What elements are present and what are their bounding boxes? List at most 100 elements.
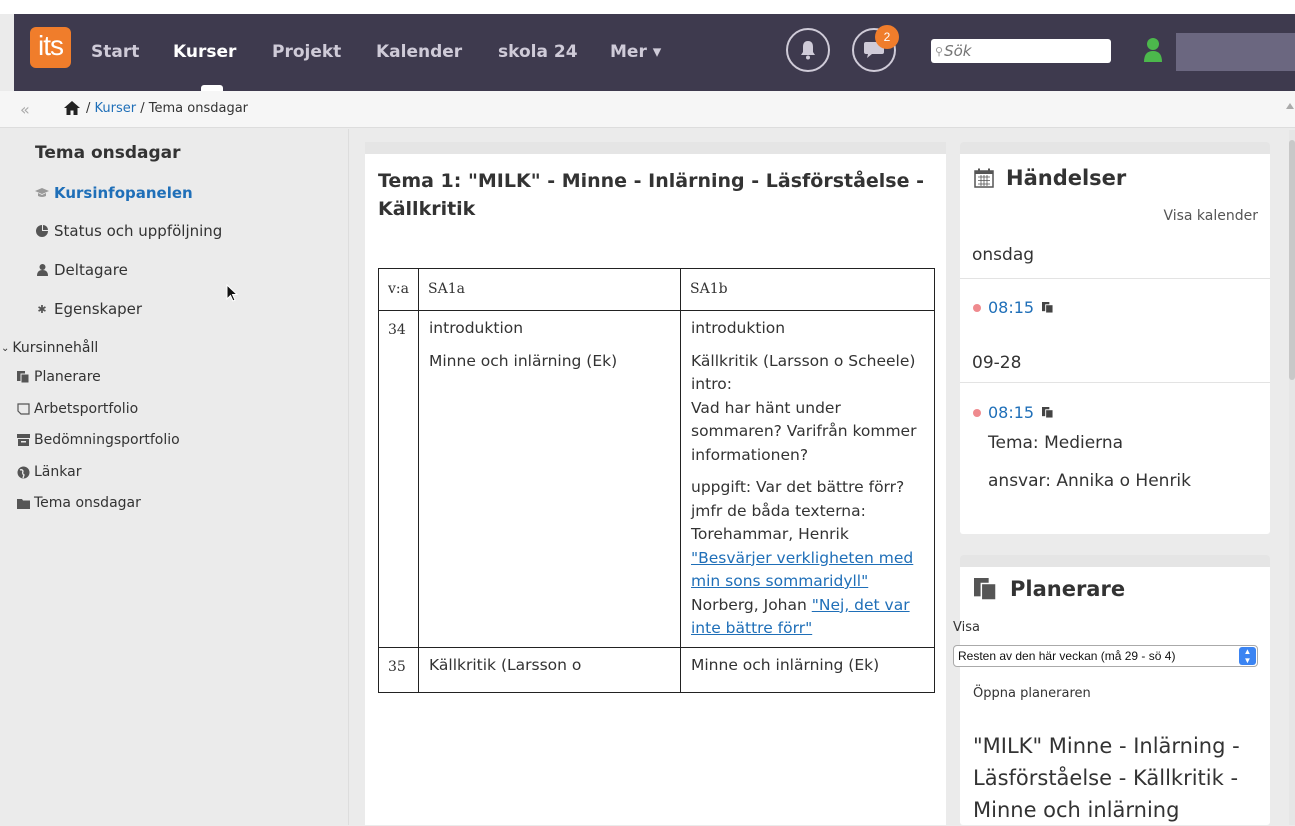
nav-skola24[interactable]: skola 24 xyxy=(498,42,578,62)
messages-badge: 2 xyxy=(875,25,899,49)
article-link-besvarjer[interactable]: "Besvärjer verkligheten med min sons som… xyxy=(691,549,913,591)
chevron-down-icon: ⌄ xyxy=(1,342,10,354)
event-item[interactable]: 08:15 xyxy=(973,298,1054,317)
planner-icon xyxy=(1042,407,1054,418)
event-item[interactable]: 08:15 xyxy=(973,403,1054,422)
user-name-redacted[interactable] xyxy=(1176,33,1295,71)
cell-text: uppgift: Var det bättre förr? jmfr de bå… xyxy=(691,478,905,543)
cell-text: Minne och inlärning (Ek) xyxy=(691,655,880,674)
planner-panel: Planerare Visa Resten av den här veckan … xyxy=(953,555,1270,826)
nav-start[interactable]: Start xyxy=(91,42,139,62)
top-navigation: its Start Kurser Projekt Kalender skola … xyxy=(14,14,1295,91)
card-header-strip xyxy=(960,142,1270,154)
sidebar-subitem-label: Tema onsdagar xyxy=(34,495,141,511)
archive-icon xyxy=(16,434,30,446)
breadcrumb: / Kurser / Tema onsdagar xyxy=(86,101,248,116)
divider xyxy=(960,278,1270,279)
window-top-strip xyxy=(0,0,1295,14)
event-description: Tema: Medierna xyxy=(988,433,1124,453)
page-title: Tema 1: "MILK" - Minne - Inlärning - Läs… xyxy=(378,170,924,220)
select-arrows-icon: ▲ ▼ xyxy=(1239,647,1256,665)
planner-title-label: Planerare xyxy=(1010,577,1126,601)
notifications-button[interactable] xyxy=(786,28,830,72)
open-planner-link[interactable]: Öppna planeraren xyxy=(973,686,1091,701)
page-scrollbar[interactable] xyxy=(1289,130,1295,825)
calendar-icon xyxy=(974,168,994,188)
user-icon[interactable] xyxy=(1143,36,1163,64)
planner-icon xyxy=(1042,302,1054,313)
card-header-strip xyxy=(960,555,1270,567)
cell-text: intro: xyxy=(691,375,732,393)
sa1a-cell: Källkritik (Larsson o xyxy=(418,646,681,693)
events-title: Händelser xyxy=(974,166,1126,190)
nav-projekt[interactable]: Projekt xyxy=(272,42,341,62)
portfolio-icon xyxy=(16,403,30,415)
card-header-strip xyxy=(365,142,946,154)
column-header-week: v:a xyxy=(378,268,419,311)
sidebar-item-label: Deltagare xyxy=(54,261,128,279)
user-icon xyxy=(35,264,49,276)
cell-text: Norberg, Johan xyxy=(691,595,812,614)
sidebar-item-status[interactable]: Status och uppföljning xyxy=(35,222,222,240)
sidebar-item-egenskaper[interactable]: ✱ Egenskaper xyxy=(35,300,142,318)
cell-text: Vad har hänt under sommaren? Varifrån ko… xyxy=(691,398,917,464)
scrollbar-thumb[interactable] xyxy=(1289,140,1295,380)
scroll-up-arrow-icon[interactable] xyxy=(1286,103,1294,109)
sidebar-item-planerare[interactable]: Planerare xyxy=(16,369,101,385)
divider xyxy=(960,382,1270,383)
nav-mer-menu[interactable]: Mer ▾ xyxy=(610,42,661,62)
event-time[interactable]: 08:15 xyxy=(988,403,1034,422)
table-row: 34 introduktion Minne och inlärning (Ek)… xyxy=(378,310,935,648)
sidebar-item-bedomningsportfolio[interactable]: Bedömningsportfolio xyxy=(16,432,180,448)
breadcrumb-kurser[interactable]: Kurser xyxy=(95,101,137,116)
breadcrumb-bar: « / Kurser / Tema onsdagar xyxy=(0,91,1295,128)
planner-item[interactable]: "MILK" Minne - Inlärning - Läsförståelse… xyxy=(973,730,1270,826)
show-calendar-link[interactable]: Visa kalender xyxy=(1163,208,1258,224)
cell-text: introduktion xyxy=(691,319,786,337)
sidebar-item-label: Status och uppföljning xyxy=(54,222,223,240)
week-cell: 35 xyxy=(378,646,419,693)
event-date-label: 09-28 xyxy=(972,353,1022,373)
main-content: Tema 1: "MILK" - Minne - Inlärning - Läs… xyxy=(365,142,946,825)
sa1b-cell: Minne och inlärning (Ek) xyxy=(680,646,935,693)
events-panel: Händelser Visa kalender onsdag 08:15 09-… xyxy=(960,142,1270,534)
sa1b-cell: introduktion Källkritik (Larsson o Schee… xyxy=(680,310,935,648)
breadcrumb-separator: / xyxy=(140,101,145,116)
breadcrumb-current: Tema onsdagar xyxy=(148,101,249,116)
sidebar-subitem-label: Planerare xyxy=(34,369,101,385)
its-logo[interactable]: its xyxy=(30,27,71,68)
table-row: 35 Källkritik (Larsson o Minne och inlär… xyxy=(378,646,935,693)
sidebar-item-arbetsportfolio[interactable]: Arbetsportfolio xyxy=(16,401,138,417)
bell-icon xyxy=(801,41,815,60)
sidebar-subitem-label: Länkar xyxy=(34,464,82,480)
planner-title: Planerare xyxy=(974,577,1125,601)
event-responsible: ansvar: Annika o Henrik xyxy=(988,471,1191,491)
search-box[interactable]: ⚲ xyxy=(931,39,1111,63)
event-day-label: onsdag xyxy=(972,245,1035,265)
nav-kalender[interactable]: Kalender xyxy=(376,42,462,62)
sidebar-item-tema-onsdagar[interactable]: Tema onsdagar xyxy=(16,495,141,511)
event-dot-icon xyxy=(973,408,981,417)
planner-icon xyxy=(974,578,996,600)
sidebar-item-kursinfopanelen[interactable]: Kursinfopanelen xyxy=(35,184,193,202)
nav-kurser[interactable]: Kurser xyxy=(173,42,236,62)
mortarboard-icon xyxy=(35,188,49,198)
course-sidebar: Tema onsdagar Kursinfopanelen Status och… xyxy=(0,129,349,825)
search-input[interactable] xyxy=(944,42,1095,60)
sidebar-section-label: Kursinnehåll xyxy=(12,340,99,356)
cell-text: Minne och inlärning (Ek) xyxy=(429,351,618,370)
show-label: Visa xyxy=(953,620,980,635)
sidebar-item-label: Egenskaper xyxy=(54,300,143,318)
events-title-label: Händelser xyxy=(1006,166,1127,190)
table-header-row: v:a SA1a SA1b xyxy=(378,268,935,311)
sidebar-section-kursinnehall[interactable]: ⌄ Kursinnehåll xyxy=(1,340,98,356)
period-select[interactable]: Resten av den här veckan (må 29 - sö 4) … xyxy=(953,645,1258,667)
sa1a-cell: introduktion Minne och inlärning (Ek) xyxy=(418,310,681,648)
event-time[interactable]: 08:15 xyxy=(988,298,1034,317)
cell-text: Källkritik (Larsson o Scheele) xyxy=(691,351,916,370)
sidebar-item-deltagare[interactable]: Deltagare xyxy=(35,261,128,279)
home-icon[interactable] xyxy=(64,101,80,115)
globe-icon xyxy=(16,466,30,479)
collapse-sidebar-icon[interactable]: « xyxy=(20,100,30,119)
sidebar-item-lankar[interactable]: Länkar xyxy=(16,464,81,480)
